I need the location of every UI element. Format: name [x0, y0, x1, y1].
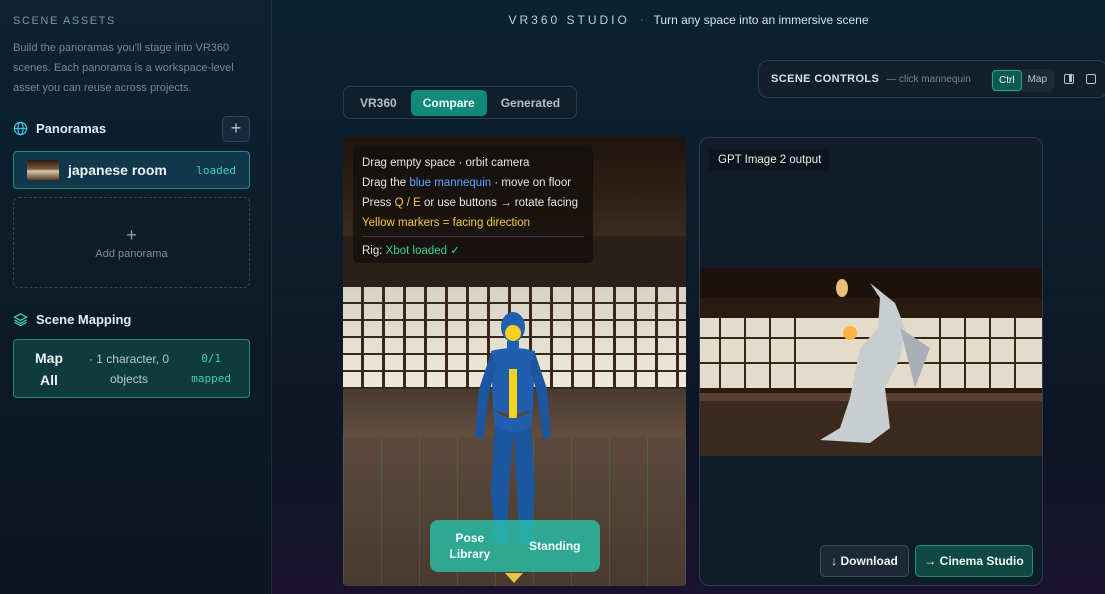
add-panorama-button[interactable]: +	[222, 116, 250, 142]
sidebar-description: Build the panoramas you'll stage into VR…	[13, 42, 234, 94]
tab-generated[interactable]: Generated	[489, 90, 572, 116]
header-separator: ·	[639, 14, 644, 26]
rig-status: Rig: Xbot loaded ✓	[362, 236, 584, 261]
globe-icon	[13, 121, 28, 136]
panoramas-heading: Panoramas	[13, 121, 106, 136]
help-line-move: Drag the blue mannequin · move on floor	[362, 173, 584, 193]
pose-standing-button[interactable]: Standing	[529, 538, 580, 554]
sidebar-title: SCENE ASSETS	[13, 15, 116, 27]
scene-assets-sidebar: SCENE ASSETS Build the panoramas you'll …	[0, 0, 272, 594]
add-panorama-label: Add panorama	[95, 247, 168, 260]
help-move-pre: Drag the	[362, 177, 410, 189]
help-rotate-post: or use buttons → rotate facing	[420, 197, 579, 209]
output-label: GPT Image 2 output	[709, 149, 831, 171]
panorama-thumbnail	[27, 160, 59, 180]
help-rotate-pre: Press	[362, 197, 395, 209]
map-mode-button[interactable]: Map	[1022, 70, 1053, 91]
scene-controls-hint: — click mannequin	[886, 73, 971, 85]
maximize-icon[interactable]	[1086, 74, 1096, 84]
rig-status-value: Xbot loaded ✓	[385, 245, 460, 257]
mapping-count: 0/1 mapped	[191, 349, 231, 389]
scene-mapping-heading-label: Scene Mapping	[36, 312, 132, 327]
map-all-label: Map All	[32, 347, 66, 391]
pose-library-button[interactable]: Pose Library	[449, 530, 490, 562]
generated-image	[700, 268, 1042, 456]
mapping-count-label: mapped	[191, 371, 231, 385]
rig-label: Rig:	[362, 245, 386, 257]
cinema-studio-button[interactable]: → Cinema Studio	[915, 545, 1033, 577]
app-tagline: Turn any space into an immersive scene	[653, 13, 869, 27]
tab-vr360[interactable]: VR360	[348, 90, 409, 116]
ctrl-mode-button[interactable]: Ctrl	[992, 70, 1022, 91]
panorama-status: loaded	[196, 163, 236, 177]
view-tabs: VR360 Compare Generated	[343, 86, 578, 119]
map-all-button[interactable]: Map All · 1 character, 0 objects 0/1 map…	[13, 339, 250, 398]
pose-library-line1: Pose	[455, 531, 485, 545]
tab-compare[interactable]: Compare	[410, 89, 487, 116]
panoramas-heading-label: Panoramas	[36, 121, 107, 136]
facing-marker-icon	[505, 573, 523, 583]
help-line-markers: Yellow markers = facing direction	[362, 217, 531, 229]
help-line-rotate: Press Q / E or use buttons → rotate faci…	[362, 193, 584, 213]
pose-library-line2: Library	[449, 547, 491, 561]
blue-mannequin[interactable]	[463, 309, 563, 549]
mapping-summary: · 1 character, 0 objects	[88, 351, 170, 386]
add-panorama-dropzone[interactable]: + Add panorama	[13, 197, 250, 288]
panorama-name: japanese room	[68, 162, 167, 178]
plus-icon: +	[126, 224, 137, 245]
generated-output-panel: GPT Image 2 output ↓ Download → Cinema S…	[699, 137, 1043, 586]
control-mode-toggle: Ctrl Map	[991, 69, 1055, 92]
pose-bar: Pose Library Standing	[430, 520, 600, 572]
help-move-highlight: blue mannequin	[409, 177, 492, 189]
mapping-count-value: 0/1	[201, 351, 222, 365]
scene-controls-title: SCENE CONTROLS	[771, 73, 880, 85]
scene-controls-panel: SCENE CONTROLS — click mannequin Ctrl Ma…	[758, 60, 1105, 98]
viewport-help-overlay: Drag empty space · orbit camera Drag the…	[353, 147, 593, 263]
app-title: VR360 STUDIO	[508, 13, 630, 27]
vr360-viewport[interactable]: Drag empty space · orbit camera Drag the…	[343, 137, 686, 586]
split-view-icon[interactable]	[1064, 74, 1074, 84]
help-move-post: · move on floor	[491, 177, 572, 189]
map-all-line2: All	[40, 371, 58, 388]
app-header: VR360 STUDIO · Turn any space into an im…	[272, 13, 1105, 27]
help-rotate-highlight: Q / E	[394, 197, 421, 209]
help-line-orbit: Drag empty space · orbit camera	[362, 157, 530, 169]
map-all-line1: Map	[35, 349, 63, 366]
layers-icon	[13, 313, 28, 327]
download-button[interactable]: ↓ Download	[820, 545, 909, 577]
scene-mapping-heading: Scene Mapping	[13, 312, 131, 327]
panorama-item-japanese-room[interactable]: japanese room loaded	[13, 151, 250, 189]
